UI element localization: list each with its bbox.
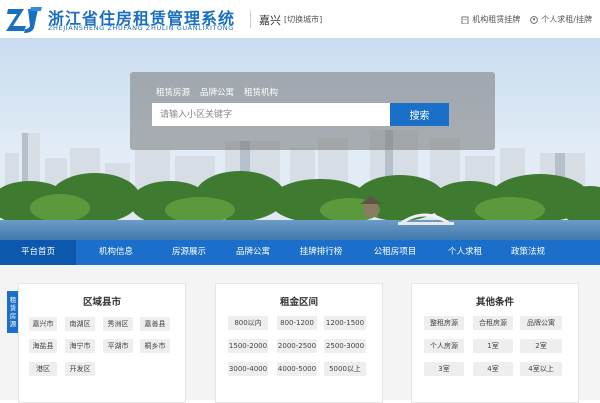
nav-policies[interactable]: 政策法规 bbox=[498, 240, 558, 265]
agency-listing-link[interactable]: 机构租赁挂牌 bbox=[461, 14, 520, 25]
search-tabs: 租赁房源 品牌公寓 租赁机构 bbox=[156, 86, 278, 100]
building-icon bbox=[461, 16, 469, 24]
district-option[interactable]: 海盐县 bbox=[29, 339, 57, 353]
rent-range-option[interactable]: 5000以上 bbox=[324, 362, 366, 376]
logo-icon[interactable] bbox=[4, 6, 44, 34]
nav-public-housing[interactable]: 公租房项目 bbox=[358, 240, 432, 265]
switch-city-link[interactable]: [切换城市] bbox=[284, 14, 322, 25]
other-condition-option[interactable]: 整租房源 bbox=[424, 316, 464, 330]
nav-listing-ranking[interactable]: 挂牌排行榜 bbox=[284, 240, 358, 265]
header-divider bbox=[250, 10, 251, 28]
nav-listings[interactable]: 房源展示 bbox=[156, 240, 222, 265]
rent-range-option[interactable]: 3000-4000 bbox=[228, 362, 268, 376]
other-condition-option[interactable]: 3室 bbox=[424, 362, 464, 376]
search-panel: 租赁房源 品牌公寓 租赁机构 搜索 bbox=[130, 72, 495, 150]
logo-subtitle: ZHEJIANSHENG ZHUFANG ZHULIN GUANLIXITONG bbox=[48, 24, 234, 32]
nav-home[interactable]: 平台首页 bbox=[0, 240, 76, 265]
user-icon bbox=[530, 15, 539, 24]
district-option[interactable]: 嘉兴市 bbox=[29, 317, 57, 331]
rent-range-option[interactable]: 1200-1500 bbox=[324, 316, 366, 330]
header-links: 机构租赁挂牌 个人求租/挂牌 bbox=[461, 14, 592, 25]
other-conditions-filter-panel: 其他条件 整租房源 合租房源 品牌公寓 个人房源 1室 2室 3室 4室 4室以… bbox=[411, 283, 579, 403]
other-condition-option[interactable]: 4室以上 bbox=[520, 362, 562, 376]
district-option[interactable]: 嘉善县 bbox=[140, 317, 170, 331]
district-option[interactable]: 秀洲区 bbox=[103, 317, 133, 331]
district-option[interactable]: 平湖市 bbox=[103, 339, 133, 353]
other-condition-option[interactable]: 合租房源 bbox=[473, 316, 513, 330]
other-condition-option[interactable]: 2室 bbox=[520, 339, 562, 353]
rent-range-filter-title: 租金区间 bbox=[279, 297, 318, 308]
search-input[interactable] bbox=[152, 103, 390, 126]
rent-range-option[interactable]: 800-1200 bbox=[277, 316, 317, 330]
district-filter-panel: 区域县市 嘉兴市 南湖区 秀洲区 嘉善县 海盐县 海宁市 平湖市 桐乡市 港区 … bbox=[18, 283, 186, 403]
rent-range-option[interactable]: 2000-2500 bbox=[277, 339, 317, 353]
search-tab-rental-listings[interactable]: 租赁房源 bbox=[156, 86, 190, 100]
nav-agency-info[interactable]: 机构信息 bbox=[76, 240, 156, 265]
current-city: 嘉兴 bbox=[259, 14, 281, 27]
district-option[interactable]: 港区 bbox=[29, 362, 57, 376]
search-tab-rental-agencies[interactable]: 租赁机构 bbox=[244, 86, 278, 100]
hero-banner: 租赁房源 品牌公寓 租赁机构 搜索 bbox=[0, 38, 600, 240]
personal-rent-link[interactable]: 个人求租/挂牌 bbox=[530, 14, 592, 25]
nav-brand-apartments[interactable]: 品牌公寓 bbox=[222, 240, 284, 265]
rent-range-option[interactable]: 1500-2000 bbox=[228, 339, 268, 353]
district-option[interactable]: 桐乡市 bbox=[140, 339, 170, 353]
district-option[interactable]: 海宁市 bbox=[65, 339, 95, 353]
other-condition-option[interactable]: 个人房源 bbox=[424, 339, 464, 353]
search-tab-brand-apartments[interactable]: 品牌公寓 bbox=[200, 86, 234, 100]
district-option[interactable]: 南湖区 bbox=[65, 317, 95, 331]
district-filter-title: 区域县市 bbox=[82, 297, 121, 308]
other-condition-option[interactable]: 1室 bbox=[473, 339, 513, 353]
personal-rent-label: 个人求租/挂牌 bbox=[541, 15, 592, 24]
district-option[interactable]: 开发区 bbox=[65, 362, 95, 376]
nav-personal-rent[interactable]: 个人求租 bbox=[432, 240, 498, 265]
other-conditions-filter-title: 其他条件 bbox=[475, 297, 514, 308]
site-header: 浙江省住房租赁管理系统 ZHEJIANSHENG ZHUFANG ZHULIN … bbox=[0, 0, 600, 38]
other-condition-option[interactable]: 品牌公寓 bbox=[520, 316, 562, 330]
main-nav: 平台首页 机构信息 房源展示 品牌公寓 挂牌排行榜 公租房项目 个人求租 政策法… bbox=[0, 240, 600, 265]
rent-range-filter-panel: 租金区间 800以内 800-1200 1200-1500 1500-2000 … bbox=[215, 283, 383, 403]
other-condition-option[interactable]: 4室 bbox=[473, 362, 513, 376]
agency-listing-label: 机构租赁挂牌 bbox=[472, 15, 521, 24]
rent-range-option[interactable]: 4000-5000 bbox=[277, 362, 317, 376]
rent-range-option[interactable]: 800以内 bbox=[228, 316, 268, 330]
rent-range-option[interactable]: 2500-3000 bbox=[324, 339, 366, 353]
filter-section: 租赁房源 区域县市 嘉兴市 南湖区 秀洲区 嘉善县 海盐县 海宁市 平湖市 桐乡… bbox=[0, 265, 600, 403]
search-button[interactable]: 搜索 bbox=[390, 103, 449, 126]
